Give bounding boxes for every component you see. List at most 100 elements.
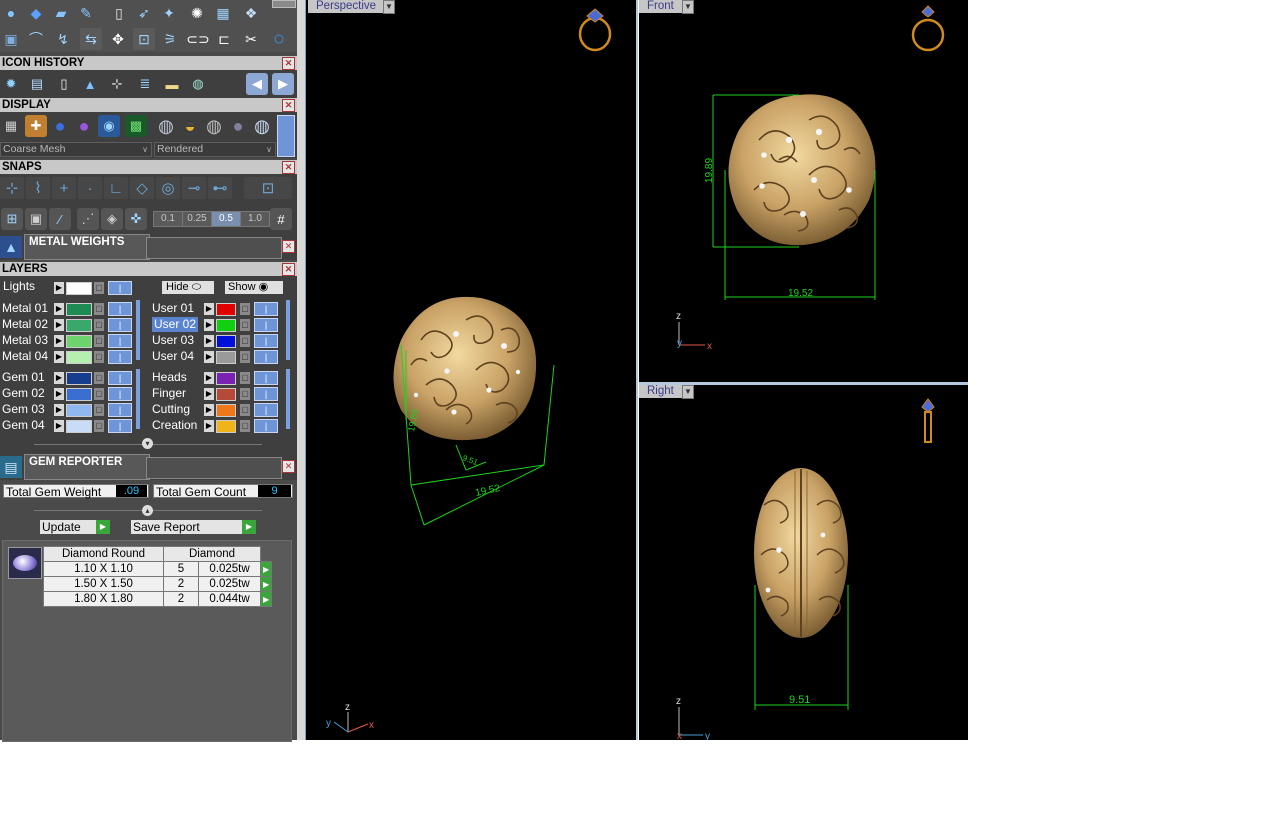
snap-circle-icon[interactable]: ◎ [156,177,180,199]
close-icon[interactable]: ✕ [282,240,295,253]
layer-expand-icon[interactable]: ▶ [204,420,214,432]
chevron-down-icon[interactable]: ▼ [682,0,694,14]
chevron-down-icon[interactable]: ▼ [383,0,395,14]
lights-visibility-toggle[interactable]: | [108,281,132,295]
calc-icon[interactable]: ▦ [212,2,234,24]
layer-visibility-toggle[interactable]: | [108,302,132,316]
layer-visibility-toggle[interactable]: | [108,350,132,364]
layer-expand-icon[interactable]: ▶ [54,404,64,416]
mesh-dropdown[interactable]: Coarse Mesh ∨ [0,142,152,157]
lock-icon[interactable]: ▢ [94,404,104,416]
curve-icon[interactable]: ⌒ [25,28,47,50]
layer-color-swatch[interactable] [66,319,92,332]
wand-icon[interactable]: ✦ [158,2,180,24]
row-play-icon[interactable]: ▶ [259,576,273,592]
transform-icon[interactable]: ⊡ [133,28,155,50]
layer-visibility-toggle[interactable]: | [108,419,132,433]
lock-icon[interactable]: ▢ [94,319,104,331]
shaded-sphere-icon[interactable]: ● [73,115,95,137]
magnet-icon[interactable]: ✜ [125,208,147,230]
network-icon[interactable]: ❖ [240,2,262,24]
display-toggle[interactable] [277,115,295,157]
plane-icon[interactable]: ⊞ [1,208,23,230]
save-report-button[interactable]: Save Report ▶ [131,520,256,534]
close-icon[interactable]: ✕ [282,99,295,112]
layer-visibility-toggle[interactable]: | [254,350,278,364]
row-play-icon[interactable]: ▶ [259,561,273,577]
pyramid-icon[interactable]: ▲ [79,73,101,95]
close-icon[interactable]: ✕ [282,161,295,174]
layer-name[interactable]: User 03 [152,333,194,348]
layer-name[interactable]: Heads [152,370,187,385]
snap-curve-icon[interactable]: ⌇ [26,177,50,199]
row-play-icon[interactable]: ▶ [259,591,273,607]
perspective-viewport[interactable]: 19.52 19.89 9.51 z x y Perspective ▼ [306,0,636,740]
right-viewport[interactable]: 9.51 z y x Right ▼ [639,385,968,740]
render-dropdown[interactable]: Rendered ∨ [154,142,276,157]
grid-icon[interactable]: ▦ [0,115,22,137]
layer-visibility-toggle[interactable]: | [108,371,132,385]
figure-icon[interactable]: ✚ [25,115,47,137]
back-arrow-icon[interactable]: ◀ [246,73,268,95]
layer-expand-icon[interactable]: ▶ [54,420,64,432]
layer-color-swatch[interactable] [66,351,92,364]
layer-name[interactable]: Metal 01 [2,301,48,316]
glass-sphere-icon[interactable]: ◍ [251,115,273,137]
layer-color-swatch[interactable] [66,404,92,417]
gem-icon[interactable]: ◆ [25,2,47,24]
line-tool-icon[interactable]: ⁄ [49,208,71,230]
bracket-icon[interactable]: ⊏ [213,28,235,50]
layer-visibility-toggle[interactable]: | [254,318,278,332]
layer-visibility-toggle[interactable]: | [108,318,132,332]
snap-mid-icon[interactable]: ⊸ [182,177,206,199]
chrome-sphere-icon[interactable]: ◍ [203,115,225,137]
layer-name[interactable]: Metal 03 [2,333,48,348]
layer-expand-icon[interactable]: ▶ [204,372,214,384]
solid-sphere-icon[interactable]: ● [49,115,71,137]
lock-icon[interactable]: ▢ [240,404,250,416]
view-ring-side-icon[interactable] [921,398,935,443]
lock-icon[interactable]: ▢ [240,372,250,384]
layer-expand-icon[interactable]: ▶ [204,303,214,315]
lock-icon[interactable]: ▢ [240,319,250,331]
snap-grid-icon[interactable]: ⊹ [0,177,24,199]
lock-icon[interactable]: ▢ [240,420,250,432]
layer-color-swatch[interactable] [216,335,236,348]
layer-expand-icon[interactable]: ▶ [54,388,64,400]
layer-color-swatch[interactable] [66,303,92,316]
layer-color-swatch[interactable] [66,420,92,433]
env-icon[interactable]: ◉ [98,115,120,137]
grid-snap-icon[interactable]: # [270,208,292,230]
list-icon[interactable]: ≣ [134,73,156,95]
perspective-label[interactable]: Perspective [308,0,386,13]
folder-icon[interactable]: ▬ [161,73,183,95]
sphere-icon[interactable]: ● [0,2,22,24]
layer-color-swatch[interactable] [66,388,92,401]
layer-color-swatch[interactable] [216,420,236,433]
right-label[interactable]: Right [639,385,683,398]
gear-icon[interactable]: ✹ [0,73,22,95]
layer-name[interactable]: Metal 04 [2,349,48,364]
document-icon[interactable]: ▯ [53,73,75,95]
layer-name[interactable]: Metal 02 [2,317,48,332]
diamond-icon[interactable]: ◈ [101,208,123,230]
cube-icon[interactable]: ▣ [25,208,47,230]
lock-icon[interactable]: ▢ [240,388,250,400]
layer-expand-icon[interactable]: ▶ [204,404,214,416]
viewport-divider[interactable] [636,0,638,740]
snap-edge-icon[interactable]: ∟ [104,177,128,199]
layer-name[interactable]: User 02 [152,317,199,332]
snap-point-icon[interactable]: · [78,177,102,199]
lights-play-icon[interactable]: ▶ [54,282,64,294]
layer-expand-icon[interactable]: ▶ [204,351,214,363]
layer-name[interactable]: Gem 02 [2,386,45,401]
update-button[interactable]: Update ▶ [40,520,110,534]
mirror-icon[interactable]: ⇆ [80,28,102,50]
lock-icon[interactable]: ▢ [240,335,250,347]
split-icon[interactable]: ✂ [240,28,262,50]
layer-name[interactable]: Cutting [152,402,190,417]
layer-visibility-toggle[interactable]: | [254,334,278,348]
hide-all-button[interactable]: Hide ⬭ [162,281,214,294]
layer-name[interactable]: Finger [152,386,186,401]
matte-sphere-icon[interactable]: ◍ [155,115,177,137]
